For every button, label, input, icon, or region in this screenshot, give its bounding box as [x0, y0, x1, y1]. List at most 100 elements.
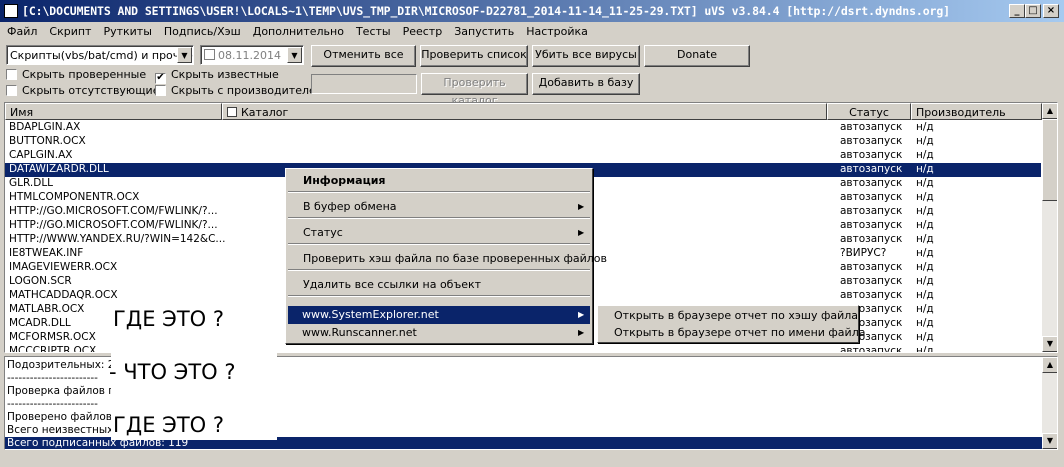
- scroll-up-icon[interactable]: ▲: [1042, 103, 1057, 119]
- add-to-base-button[interactable]: Добавить в базу: [532, 73, 640, 95]
- log-line: Подозрительных: 21: [7, 359, 122, 371]
- log-scrollbar[interactable]: ▲ ▼: [1042, 357, 1057, 449]
- donate-button[interactable]: Donate: [644, 45, 750, 67]
- chevron-down-icon[interactable]: ▼: [287, 47, 302, 63]
- kill-all-viruses-button[interactable]: Убить все вирусы: [532, 45, 640, 67]
- submenu-item-name-report[interactable]: Открыть в браузере отчет по имени файла: [614, 326, 865, 339]
- date-picker[interactable]: 08.11.2014 ▼: [200, 45, 304, 65]
- checkbox-box[interactable]: [6, 69, 17, 80]
- menu-item-info[interactable]: Информация: [303, 174, 386, 187]
- row-status: автозапуск: [840, 149, 903, 161]
- checkmark-icon[interactable]: ✔: [155, 73, 166, 84]
- row-status: автозапуск: [840, 191, 903, 203]
- cancel-all-button[interactable]: Отменить все: [311, 45, 416, 67]
- table-row[interactable]: CAPLGIN.AX автозапуск н/д: [5, 149, 1041, 163]
- minimize-button[interactable]: _: [1009, 4, 1025, 18]
- row-status: автозапуск: [840, 219, 903, 231]
- hide-checked-checkbox[interactable]: Скрыть проверенные: [6, 68, 146, 81]
- menu-item-systemexplorer[interactable]: www.SystemExplorer.net: [302, 308, 439, 321]
- close-button[interactable]: ×: [1043, 4, 1059, 18]
- menu-item-runscanner[interactable]: www.Runscanner.net: [302, 326, 417, 339]
- row-name: CAPLGIN.AX: [9, 149, 73, 161]
- row-status: автозапуск: [840, 275, 903, 287]
- submenu[interactable]: Открыть в браузере отчет по хэшу файла О…: [597, 305, 865, 343]
- row-vendor: н/д: [916, 121, 934, 133]
- menu-rootkits[interactable]: Руткиты: [96, 22, 156, 38]
- menu-signature-hash[interactable]: Подпись/Хэш: [157, 22, 246, 38]
- row-status: автозапуск: [840, 121, 903, 133]
- row-vendor: н/д: [916, 345, 934, 353]
- hide-missing-checkbox[interactable]: Скрыть отсутствующие: [6, 84, 159, 97]
- row-vendor: н/д: [916, 261, 934, 273]
- progress-field: [311, 74, 417, 94]
- menu-tests[interactable]: Тесты: [349, 22, 396, 38]
- row-name: HTTP://GO.MICROSOFT.COM/FWLINK/?...: [9, 219, 218, 231]
- row-vendor: н/д: [916, 163, 934, 175]
- title-bar[interactable]: [C:\DOCUMENTS AND SETTINGS\USER!\LOCALS~…: [0, 0, 1064, 22]
- menu-separator: [288, 295, 590, 297]
- check-catalog-button[interactable]: Проверить каталог: [421, 73, 528, 107]
- row-vendor: н/д: [916, 205, 934, 217]
- checkbox-box[interactable]: [155, 85, 166, 96]
- row-name: GLR.DLL: [9, 177, 54, 189]
- table-row[interactable]: BUTTONR.OCX автозапуск н/д: [5, 135, 1041, 149]
- scroll-down-icon[interactable]: ▼: [1042, 336, 1057, 352]
- row-name: BUTTONR.OCX: [9, 135, 86, 147]
- scroll-down-icon[interactable]: ▼: [1042, 433, 1057, 449]
- row-status: автозапуск: [840, 289, 903, 301]
- menu-run[interactable]: Запустить: [447, 22, 519, 38]
- menu-registry[interactable]: Реестр: [396, 22, 448, 38]
- scroll-up-icon[interactable]: ▲: [1042, 357, 1057, 373]
- context-menu[interactable]: Информация В буфер обмена ▶ Статус ▶ Про…: [285, 168, 607, 344]
- submenu-arrow-icon: ▶: [578, 310, 585, 319]
- window-title: [C:\DOCUMENTS AND SETTINGS\USER!\LOCALS~…: [22, 4, 951, 18]
- row-vendor: н/д: [916, 331, 934, 343]
- menu-item-clipboard[interactable]: В буфер обмена: [303, 200, 397, 213]
- catalog-checkbox-icon[interactable]: [227, 107, 237, 117]
- row-name: IMAGEVIEWERR.OCX: [9, 261, 118, 273]
- list-scrollbar[interactable]: ▲ ▼: [1042, 103, 1057, 352]
- row-vendor: н/д: [916, 275, 934, 287]
- row-vendor: н/д: [916, 177, 934, 189]
- hide-with-vendor-checkbox[interactable]: Скрыть с производителем: [155, 84, 324, 97]
- checkbox-box[interactable]: [6, 85, 17, 96]
- menu-separator: [288, 243, 590, 245]
- annotation-overlay: ГДЕ ЭТО ? - ЧТО ЭТО ? ГДЕ ЭТО ?: [109, 305, 277, 440]
- menu-script[interactable]: Скрипт: [42, 22, 96, 38]
- column-header-name[interactable]: Имя: [5, 103, 222, 120]
- column-header-status[interactable]: Статус: [827, 103, 911, 120]
- hide-with-vendor-label: Скрыть с производителем: [171, 84, 325, 97]
- menu-item-status[interactable]: Статус: [303, 226, 343, 239]
- hide-known-checkbox[interactable]: ✔ Скрыть известные: [155, 68, 279, 84]
- chevron-down-icon[interactable]: ▼: [177, 47, 192, 63]
- row-name: IE8TWEAK.INF: [9, 247, 84, 259]
- log-line: Всего неизвестных ф: [7, 424, 126, 436]
- submenu-item-hash-report[interactable]: Открыть в браузере отчет по хэшу файла: [614, 309, 858, 322]
- row-status: автозапуск: [840, 135, 903, 147]
- scroll-thumb[interactable]: [1042, 119, 1057, 201]
- table-row[interactable]: BDAPLGIN.AX автозапуск н/д: [5, 121, 1041, 135]
- column-header-vendor[interactable]: Производитель: [911, 103, 1042, 120]
- menu-item-check-hash[interactable]: Проверить хэш файла по базе проверенных …: [303, 252, 607, 265]
- menu-settings[interactable]: Настройка: [519, 22, 593, 38]
- check-list-button[interactable]: Проверить список: [420, 45, 528, 67]
- maximize-button[interactable]: □: [1025, 4, 1041, 18]
- row-status: автозапуск: [840, 205, 903, 217]
- menu-item-systemexplorer-highlight[interactable]: www.SystemExplorer.net ▶: [288, 306, 590, 324]
- menu-file[interactable]: Файл: [0, 22, 42, 38]
- submenu-arrow-icon: ▶: [578, 202, 585, 211]
- script-type-select[interactable]: Скрипты(vbs/bat/cmd) и прочее ▼: [6, 45, 194, 65]
- row-name: MCADR.DLL: [9, 317, 71, 329]
- menu-item-delete-links[interactable]: Удалить все ссылки на объект: [303, 278, 481, 291]
- row-status: автозапуск: [840, 177, 903, 189]
- date-checkbox[interactable]: [204, 49, 215, 60]
- menu-bar: Файл Скрипт Руткиты Подпись/Хэш Дополнительн…: [0, 22, 1064, 41]
- row-vendor: н/д: [916, 233, 934, 245]
- row-name: HTTP://GO.MICROSOFT.COM/FWLINK/?...: [9, 205, 218, 217]
- column-header-catalog[interactable]: Каталог: [222, 103, 827, 120]
- row-name: MCCCRIPTR.OCX: [9, 345, 97, 353]
- row-vendor: н/д: [916, 247, 934, 259]
- row-vendor: н/д: [916, 191, 934, 203]
- annotation-text-1: ГДЕ ЭТО ?: [113, 307, 224, 331]
- menu-additional[interactable]: Дополнительно: [246, 22, 349, 38]
